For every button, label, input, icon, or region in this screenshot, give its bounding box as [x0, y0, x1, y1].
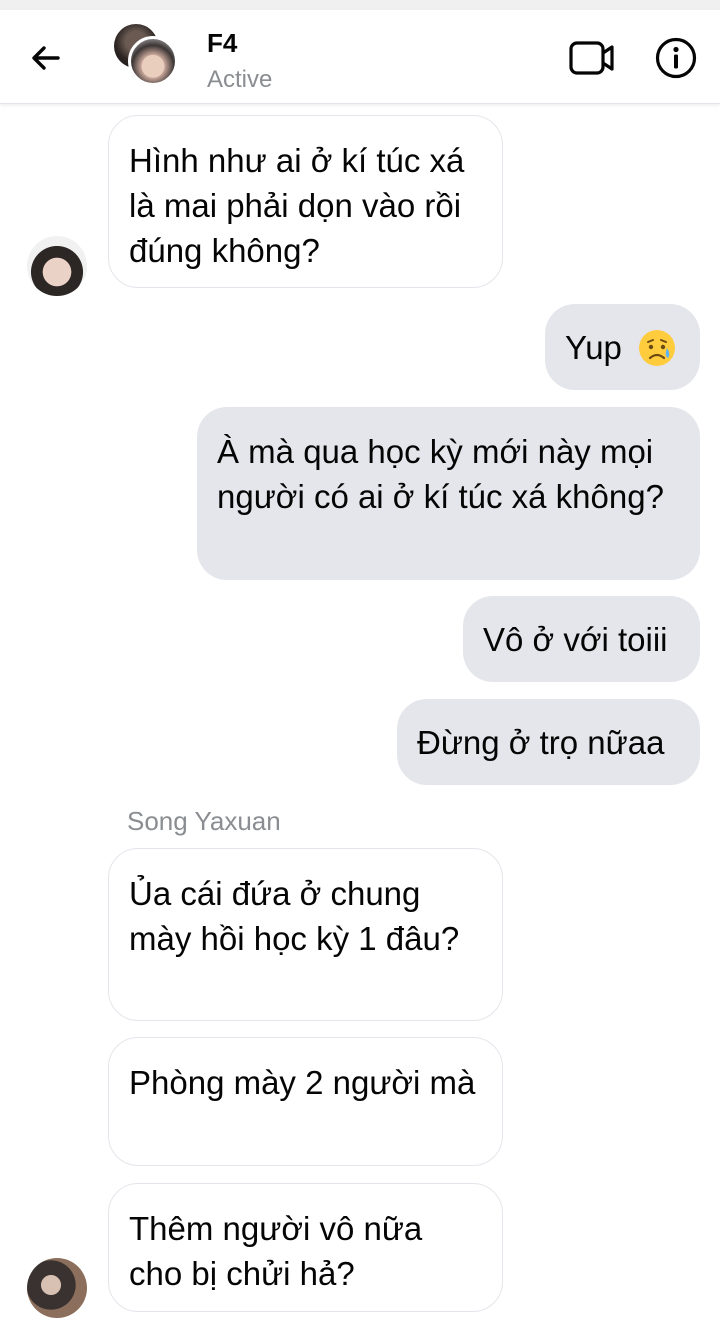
message-text: Phòng mày 2 người mà	[129, 1064, 476, 1101]
info-icon	[655, 37, 697, 79]
message-bubble-outgoing[interactable]: À mà qua học kỳ mới này mọi người có ai …	[197, 407, 700, 580]
message-text: Hình như ai ở kí túc xá là mai phải dọn …	[129, 142, 465, 269]
video-call-button[interactable]	[566, 36, 618, 80]
message-bubble-incoming[interactable]: Phòng mày 2 người mà	[108, 1037, 503, 1166]
group-avatar[interactable]	[114, 24, 180, 90]
sad-tear-emoji-icon	[639, 330, 675, 366]
sender-avatar[interactable]	[27, 236, 87, 296]
arrow-left-icon	[32, 46, 60, 70]
chat-title[interactable]: F4	[207, 28, 237, 59]
message-text: Yup	[565, 329, 622, 366]
message-bubble-outgoing[interactable]: Đừng ở trọ nữaa	[397, 699, 700, 785]
message-text: Thêm người vô nữa cho bị chửi hả?	[129, 1210, 423, 1292]
active-status: Active	[207, 66, 273, 93]
status-bar	[0, 0, 720, 10]
back-button[interactable]	[22, 34, 70, 82]
message-text: Vô ở với toiii	[483, 621, 668, 658]
sender-name: Song Yaxuan	[127, 806, 281, 836]
message-bubble-outgoing[interactable]: Yup	[545, 304, 700, 390]
message-bubble-outgoing[interactable]: Vô ở với toiii	[463, 596, 700, 682]
message-text: À mà qua học kỳ mới này mọi người có ai …	[217, 433, 664, 515]
message-bubble-incoming[interactable]: Hình như ai ở kí túc xá là mai phải dọn …	[108, 115, 503, 288]
member-avatar	[128, 36, 178, 86]
message-text: Đừng ở trọ nữaa	[417, 724, 665, 761]
message-bubble-incoming[interactable]: Ủa cái đứa ở chung mày hồi học kỳ 1 đâu?	[108, 848, 503, 1021]
chat-header: F4 Active	[0, 10, 720, 104]
video-camera-icon	[569, 41, 614, 75]
info-button[interactable]	[652, 34, 700, 82]
sender-avatar[interactable]	[27, 1258, 87, 1318]
message-text: Ủa cái đứa ở chung mày hồi học kỳ 1 đâu?	[129, 875, 460, 957]
message-bubble-incoming[interactable]: Thêm người vô nữa cho bị chửi hả?	[108, 1183, 503, 1312]
